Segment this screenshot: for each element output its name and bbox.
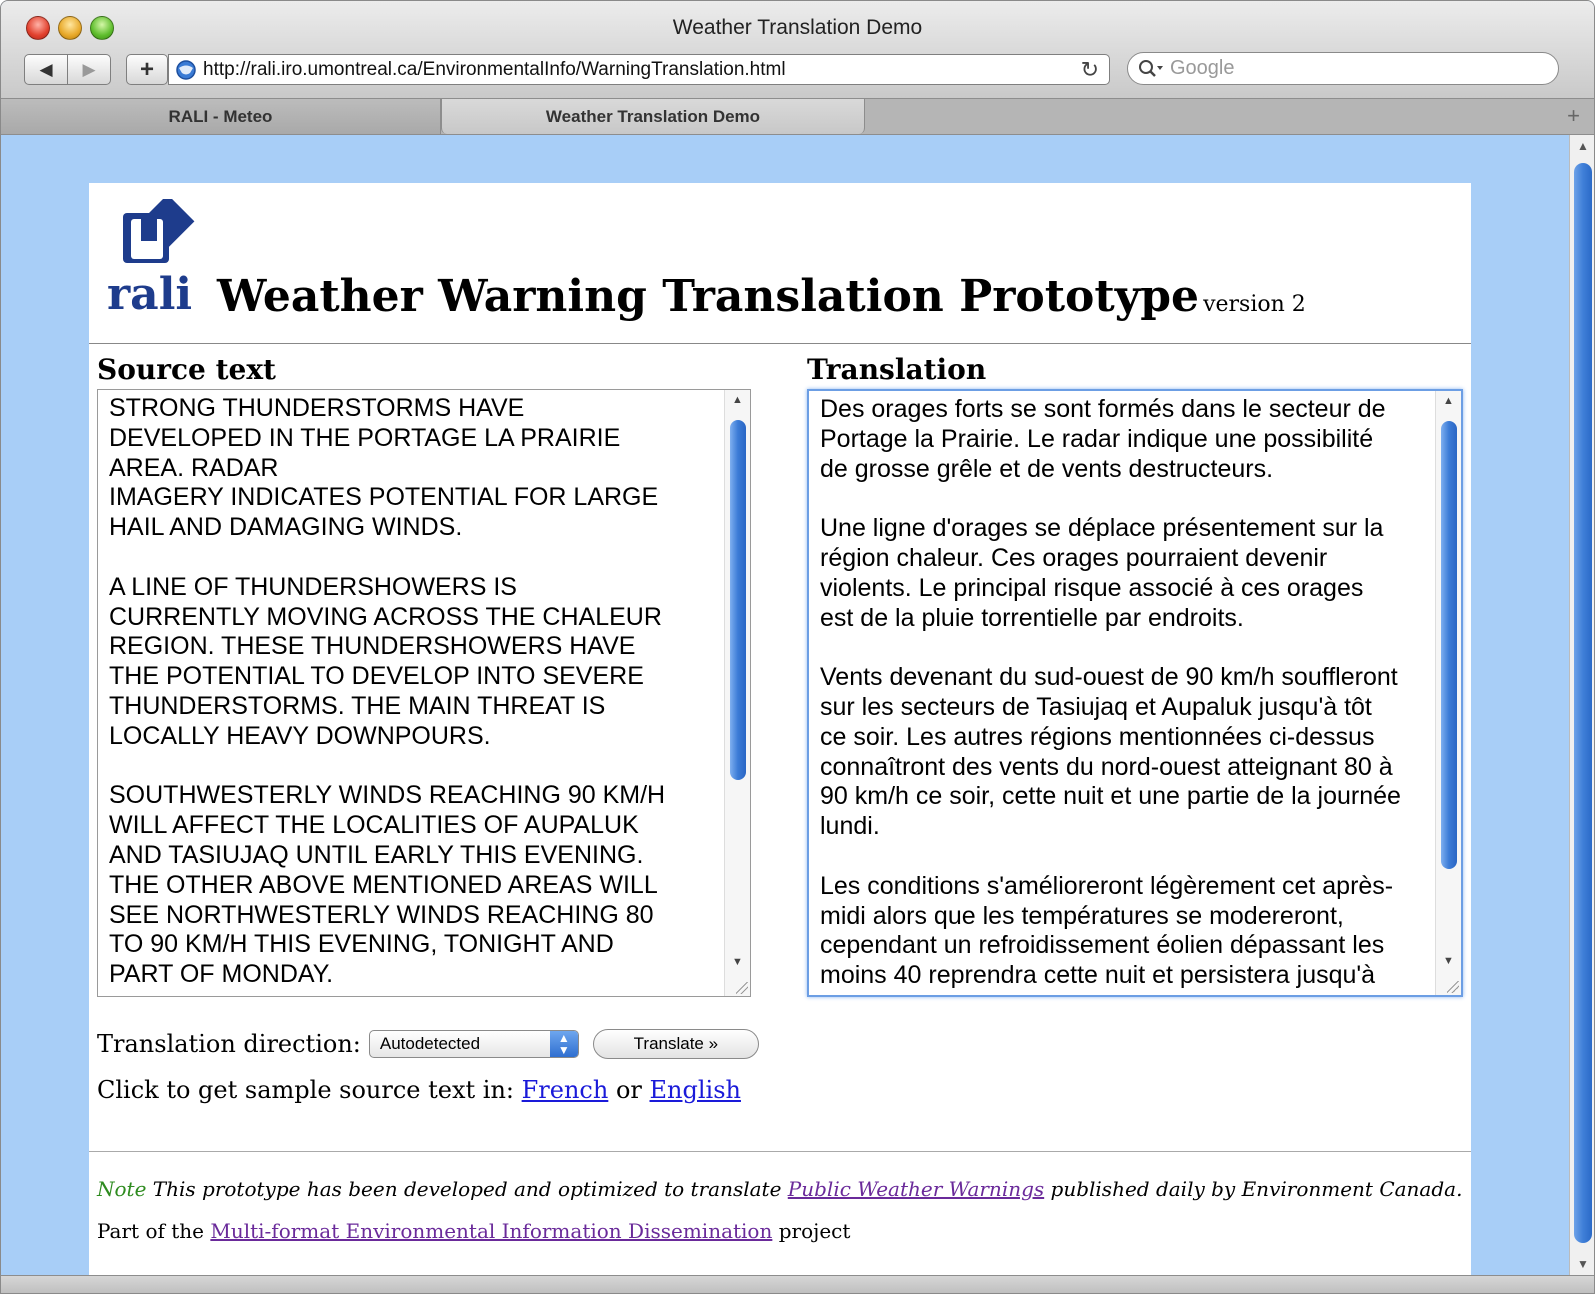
select-arrows-icon: ▲ ▼: [549, 1031, 578, 1057]
page-content: rali Weather Warning Translation Prototy…: [89, 183, 1471, 1275]
site-icon: [176, 59, 196, 80]
scroll-down-icon[interactable]: ▼: [1577, 1257, 1589, 1271]
public-weather-warnings-link[interactable]: Public Weather Warnings: [788, 1177, 1044, 1201]
project-row: Part of the Multi-format Environmental I…: [97, 1219, 850, 1243]
source-text-content: STRONG THUNDERSTORMS HAVE DEVELOPED IN T…: [109, 394, 666, 989]
sample-or: or: [608, 1076, 650, 1104]
translation-scroll-thumb[interactable]: [1441, 421, 1457, 869]
add-bookmark-button[interactable]: +: [126, 54, 168, 85]
direction-row: Translation direction: Autodetected ▲ ▼ T…: [97, 1027, 759, 1061]
sample-text-row: Click to get sample source text in: Fren…: [97, 1076, 741, 1104]
browser-window: Weather Translation Demo ◀ ▶ + http://ra…: [0, 0, 1595, 1294]
source-scrollbar[interactable]: ▲ ▼: [724, 390, 750, 996]
window-title: Weather Translation Demo: [672, 16, 923, 39]
tab-weather-translation-demo[interactable]: Weather Translation Demo: [441, 99, 865, 134]
forward-arrow-icon: ▶: [82, 59, 96, 79]
project-before: Part of the: [97, 1219, 211, 1243]
note-label: Note: [97, 1177, 147, 1201]
direction-select[interactable]: Autodetected ▲ ▼: [368, 1030, 579, 1058]
note-row: Note This prototype has been developed a…: [97, 1177, 1462, 1201]
header-divider: [89, 343, 1471, 344]
translation-scrollbar[interactable]: ▲ ▼: [1435, 391, 1461, 995]
direction-label: Translation direction:: [97, 1030, 361, 1058]
page-scrollbar[interactable]: ▲ ▼: [1569, 135, 1594, 1275]
translation-heading: Translation: [807, 353, 987, 386]
page-title-text: Weather Warning Translation Prototype: [217, 271, 1200, 322]
title-bar: Weather Translation Demo ◀ ▶ + http://ra…: [1, 1, 1594, 99]
project-after: project: [772, 1219, 851, 1243]
back-button[interactable]: ◀: [24, 54, 68, 85]
translation-text-content: Des orages forts se sont formés dans le …: [820, 395, 1401, 990]
scroll-down-icon[interactable]: ▼: [732, 956, 743, 968]
plus-icon: +: [139, 55, 154, 83]
rali-logo-icon: [123, 199, 195, 263]
logo-text: rali: [107, 269, 193, 320]
note-text-before: This prototype has been developed and op…: [146, 1177, 788, 1201]
version-label: version 2: [1203, 292, 1306, 317]
search-field[interactable]: Google: [1127, 52, 1559, 85]
page-viewport: rali Weather Warning Translation Prototy…: [1, 135, 1569, 1275]
page-title: Weather Warning Translation Prototype ver…: [217, 271, 1306, 322]
resize-grip-icon[interactable]: [736, 982, 748, 994]
scroll-up-icon[interactable]: ▲: [732, 394, 743, 406]
new-tab-icon[interactable]: +: [1567, 103, 1580, 129]
scroll-up-icon[interactable]: ▲: [1577, 139, 1589, 153]
forward-button[interactable]: ▶: [67, 54, 111, 85]
status-bar: [1, 1275, 1594, 1293]
note-text-after: published daily by Environment Canada.: [1044, 1177, 1463, 1201]
page-scroll-thumb[interactable]: [1574, 163, 1592, 1243]
source-text-heading: Source text: [97, 353, 276, 386]
source-textarea[interactable]: STRONG THUNDERSTORMS HAVE DEVELOPED IN T…: [97, 389, 751, 997]
reload-icon[interactable]: ↻: [1081, 57, 1099, 83]
footer-divider: [89, 1151, 1471, 1152]
translate-button[interactable]: Translate »: [592, 1029, 759, 1059]
resize-grip-icon[interactable]: [1447, 981, 1459, 993]
source-scroll-thumb[interactable]: [730, 420, 746, 780]
tab-rali-meteo[interactable]: RALI - Meteo: [1, 99, 441, 134]
address-bar[interactable]: http://rali.iro.umontreal.ca/Environment…: [168, 54, 1110, 85]
scroll-up-icon[interactable]: ▲: [1443, 395, 1454, 407]
translation-textarea[interactable]: Des orages forts se sont formés dans le …: [807, 389, 1463, 997]
sample-english-link[interactable]: English: [650, 1076, 741, 1104]
sample-prefix: Click to get sample source text in:: [97, 1076, 522, 1104]
search-icon: [1139, 59, 1163, 77]
search-placeholder: Google: [1170, 57, 1235, 79]
direction-selected-value: Autodetected: [379, 1034, 481, 1053]
tab-bar: RALI - Meteo Weather Translation Demo +: [1, 99, 1594, 135]
url-text: http://rali.iro.umontreal.ca/Environment…: [203, 58, 786, 80]
sample-french-link[interactable]: French: [522, 1076, 609, 1104]
rali-logo: rali: [103, 199, 203, 320]
back-arrow-icon: ◀: [39, 59, 53, 79]
scroll-down-icon[interactable]: ▼: [1443, 955, 1454, 967]
project-link[interactable]: Multi-format Environmental Information D…: [210, 1219, 772, 1243]
